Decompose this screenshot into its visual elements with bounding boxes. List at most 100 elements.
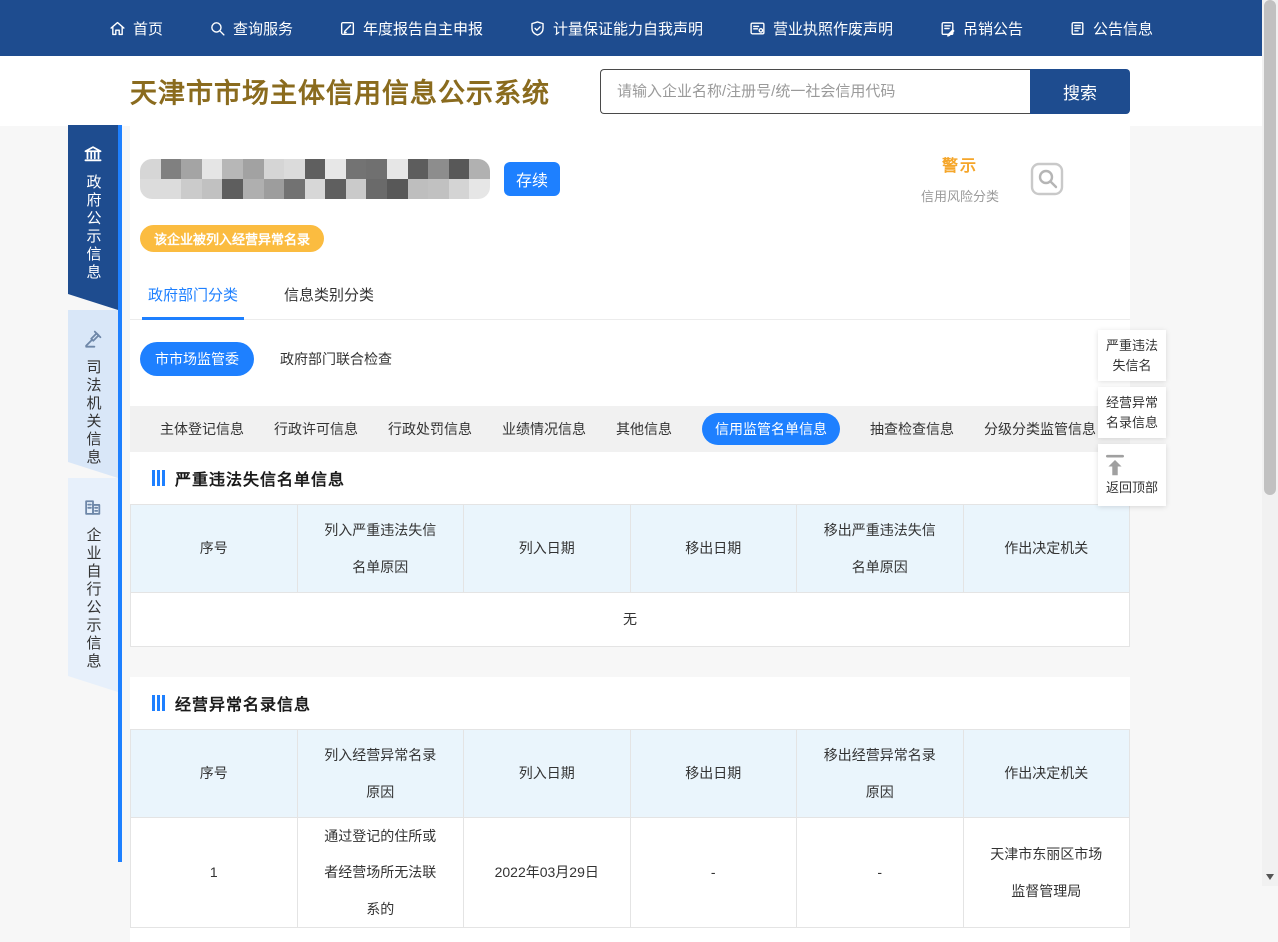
nav-item-label: 公告信息 <box>1093 18 1153 39</box>
sidebar-tab-label: 政府公示信息 <box>83 174 104 282</box>
sidebar-tab-1[interactable]: 政府公示信息 <box>68 125 118 310</box>
category-menu-item-7[interactable]: 抽查检查信息 <box>870 419 954 439</box>
tab-1[interactable]: 政府部门分类 <box>142 272 244 320</box>
mosaic-block <box>428 159 449 179</box>
page-header: 天津市市场主体信用信息公示系统 搜索 <box>0 56 1262 126</box>
tab-2[interactable]: 信息类别分类 <box>278 272 380 320</box>
credit-risk-widget: 警示 信用风险分类 <box>921 152 999 205</box>
table-cell: 2022年03月29日 <box>464 818 631 928</box>
company-header-row: 存续 警示 信用风险分类 <box>130 126 1130 205</box>
up-arrow-icon <box>1103 454 1161 478</box>
category-menu-item-8[interactable]: 分级分类监管信息 <box>984 419 1096 439</box>
table-cell: 1 <box>131 818 298 928</box>
left-sidebar: 政府公示信息司法机关信息企业自行公示信息 <box>68 125 118 692</box>
abnormal-list-badge: 该企业被列入经营异常名录 <box>140 225 324 252</box>
mosaic-block <box>202 159 223 179</box>
table-cell: 天津市东丽区市场监督管理局 <box>963 818 1130 928</box>
mosaic-block <box>264 179 285 199</box>
table-empty-cell: 无 <box>131 593 1130 647</box>
category-menu-item-4[interactable]: 业绩情况信息 <box>502 419 586 439</box>
mosaic-block <box>387 179 408 199</box>
search-icon <box>209 20 226 37</box>
mosaic-block <box>243 159 264 179</box>
category-menu-item-1[interactable]: 主体登记信息 <box>160 419 244 439</box>
table-header-row: 序号列入经营异常名录原因列入日期移出日期移出经营异常名录原因作出决定机关 <box>131 730 1130 818</box>
sidebar-tab-2[interactable]: 司法机关信息 <box>68 310 118 478</box>
mosaic-block <box>181 159 202 179</box>
company-card: 存续 警示 信用风险分类 该企业被列入经营异常名录 政府部门分类信息类别分类 市… <box>130 126 1130 647</box>
section-marker-icon <box>152 470 165 486</box>
table-column-header: 移出严重违法失信名单原因 <box>797 505 964 593</box>
main-content: 存续 警示 信用风险分类 该企业被列入经营异常名录 政府部门分类信息类别分类 市… <box>130 126 1130 942</box>
mosaic-block <box>243 179 264 199</box>
nav-item-label: 计量保证能力自我声明 <box>553 18 703 39</box>
abnormal-row: 该企业被列入经营异常名录 <box>130 205 1130 266</box>
department-pills: 市市场监管委 政府部门联合检查 <box>130 320 1130 406</box>
data-table: 序号列入严重违法失信名单原因列入日期移出日期移出严重违法失信名单原因作出决定机关… <box>130 504 1130 647</box>
category-menu-item-5[interactable]: 其他信息 <box>616 419 672 439</box>
section-severe-violation: 严重违法失信名单信息序号列入严重违法失信名单原因列入日期移出日期移出严重违法失信… <box>130 452 1130 647</box>
department-pill-2[interactable]: 政府部门联合检查 <box>280 349 392 369</box>
mosaic-block <box>325 179 346 199</box>
category-menu-item-3[interactable]: 行政处罚信息 <box>388 419 472 439</box>
mosaic-block <box>305 159 326 179</box>
edit-icon <box>339 20 356 37</box>
search-input[interactable] <box>600 69 1030 114</box>
bulletin-icon <box>1069 20 1086 37</box>
scrollbar-down-arrow-icon[interactable] <box>1266 874 1274 880</box>
table-column-header: 作出决定机关 <box>963 505 1130 593</box>
nav-item-label: 吊销公告 <box>963 18 1023 39</box>
search-button[interactable]: 搜索 <box>1030 69 1130 114</box>
table-row: 1通过登记的住所或者经营场所无法联系的2022年03月29日--天津市东丽区市场… <box>131 818 1130 928</box>
table-column-header: 列入经营异常名录原因 <box>297 730 464 818</box>
mosaic-block <box>202 179 223 199</box>
category-menu-item-2[interactable]: 行政许可信息 <box>274 419 358 439</box>
category-menu-item-6[interactable]: 信用监管名单信息 <box>702 413 840 445</box>
mosaic-block <box>428 179 449 199</box>
nav-item-3[interactable]: 年度报告自主申报 <box>339 18 483 39</box>
mosaic-block <box>222 159 243 179</box>
mosaic-block <box>284 179 305 199</box>
nav-item-5[interactable]: 营业执照作废声明 <box>749 18 893 39</box>
table-header-row: 序号列入严重违法失信名单原因列入日期移出日期移出严重违法失信名单原因作出决定机关 <box>131 505 1130 593</box>
table-column-header: 列入日期 <box>464 505 631 593</box>
revoke-doc-icon <box>939 20 956 37</box>
magnifier-preview-icon[interactable] <box>1029 161 1065 197</box>
department-pill-1[interactable]: 市市场监管委 <box>140 342 254 376</box>
top-navbar: 首页 查询服务 年度报告自主申报 计量保证能力自我声明 营业执照作废声明 吊销公告 公告信息 <box>0 0 1262 56</box>
mosaic-block <box>346 179 367 199</box>
nav-item-4[interactable]: 计量保证能力自我声明 <box>529 18 703 39</box>
sidebar-tab-label: 企业自行公示信息 <box>83 527 104 671</box>
table-cell: 通过登记的住所或者经营场所无法联系的 <box>297 818 464 928</box>
nav-item-6[interactable]: 吊销公告 <box>939 18 1023 39</box>
mosaic-block <box>222 179 243 199</box>
mosaic-block <box>469 179 490 199</box>
back-to-top-button[interactable]: 返回顶部 <box>1098 444 1166 506</box>
section-header: 经营异常名录信息 <box>130 677 1130 729</box>
mosaic-block <box>140 159 161 179</box>
table-empty-row: 无 <box>131 593 1130 647</box>
nav-item-7[interactable]: 公告信息 <box>1069 18 1153 39</box>
mosaic-block <box>346 159 367 179</box>
table-column-header: 序号 <box>131 730 298 818</box>
quick-nav-panel: 严重违法失信名经营异常名录信息返回顶部 <box>1098 330 1166 512</box>
mosaic-block <box>161 179 182 199</box>
search-box: 搜索 <box>600 69 1130 114</box>
home-icon <box>109 20 126 37</box>
nav-item-2[interactable]: 查询服务 <box>209 18 293 39</box>
table-column-header: 移出日期 <box>630 730 797 818</box>
table-column-header: 移出经营异常名录原因 <box>797 730 964 818</box>
company-building-icon <box>82 496 104 518</box>
scrollbar-thumb[interactable] <box>1264 0 1276 495</box>
mosaic-block <box>408 179 429 199</box>
mosaic-block <box>264 159 285 179</box>
sidebar-tab-3[interactable]: 企业自行公示信息 <box>68 478 118 692</box>
quick-nav-item-1[interactable]: 严重违法失信名 <box>1098 330 1166 381</box>
nav-item-1[interactable]: 首页 <box>109 18 163 39</box>
classification-tabs: 政府部门分类信息类别分类 <box>130 272 1130 320</box>
table-column-header: 列入严重违法失信名单原因 <box>297 505 464 593</box>
quick-nav-item-2[interactable]: 经营异常名录信息 <box>1098 387 1166 438</box>
mosaic-block <box>449 159 470 179</box>
table-cell: - <box>797 818 964 928</box>
shield-check-icon <box>529 20 546 37</box>
